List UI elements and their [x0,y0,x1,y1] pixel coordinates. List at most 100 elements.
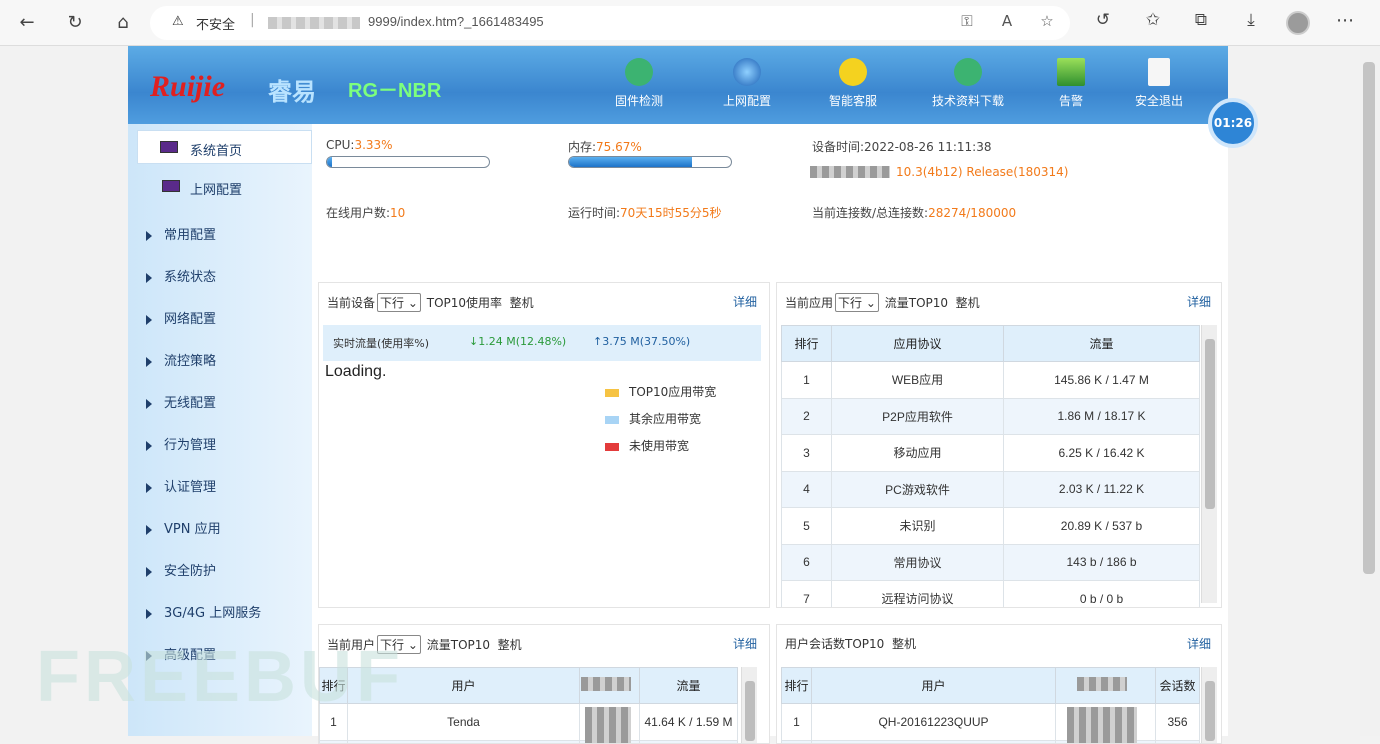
monitor-icon [160,141,178,153]
nav-tech-downloads[interactable]: 技术资料下载 [920,58,1016,109]
main-content: CPU:3.33% 内存:75.67% 设备时间:2022-08-26 11:1… [312,124,1228,744]
table-row: 1 WEB应用 145.86 K / 1.47 M [781,361,1200,399]
caret-right-icon [146,230,152,241]
select-value: 下行 [838,296,863,310]
back-icon[interactable]: ← [14,10,40,36]
favorite-add-icon[interactable]: ☆ [1036,12,1058,30]
download-icon [625,58,653,86]
sidebar-item-auth-mgmt[interactable]: 认证管理 [146,476,306,504]
direction-select[interactable]: 下行 ⌄ [377,293,421,312]
refresh-extension-icon[interactable]: ↺ [1090,10,1116,30]
read-aloud-icon[interactable]: A [996,12,1018,30]
nav-alarm[interactable]: 告警 [1026,58,1116,109]
table-row: 2QH-20161223QUUP 1.40 M / 17.58 K [319,739,738,743]
table-cell: 5 [781,507,832,545]
sidebar-item-wireless-config[interactable]: 无线配置 [146,392,306,420]
column-header: 会话数 [1155,667,1200,704]
table-cell: 6 [781,543,832,581]
sidebar-item-label: VPN 应用 [164,522,221,537]
reload-icon[interactable]: ↻ [62,10,88,36]
legend-swatch [605,442,619,451]
device-model: RG－NBR [348,80,442,102]
mem-value: 75.67% [596,140,642,154]
table-row: 3 移动应用 6.25 K / 16.42 K [781,434,1200,472]
downloads-icon[interactable]: ⤓ [1238,10,1264,30]
sidebar-item-label: 系统首页 [190,144,243,159]
warning-icon[interactable]: ⚠ [172,14,184,29]
nav-logout[interactable]: 安全退出 [1114,58,1204,109]
table-cell: WEB应用 [831,361,1004,399]
caret-right-icon [146,356,152,367]
nav-label: 安全退出 [1134,94,1183,108]
table-scrollbar[interactable] [1201,667,1217,743]
cpu-label: CPU: [326,138,355,152]
caret-right-icon [146,566,152,577]
table-scrollbar-thumb[interactable] [745,681,755,741]
table-cell: 20.89 K / 537 b [1003,507,1200,545]
time-label: 设备时间: [812,140,865,154]
select-value: 下行 [380,296,405,310]
table-row: 5 未识别 20.89 K / 537 b [781,507,1200,545]
legend-top10: TOP10应用带宽 [605,383,716,400]
table-row: 4 PC游戏软件 2.03 K / 11.22 K [781,470,1200,508]
table-cell: 2.03 K / 11.22 K [1003,470,1200,508]
table-scrollbar-thumb[interactable] [1205,681,1215,741]
table-cell: 356 [1155,703,1200,741]
nav-internet-config[interactable]: 上网配置 [702,58,792,109]
page-scrollbar-thumb[interactable] [1363,62,1375,574]
column-header: 用户 [811,667,1056,704]
key-icon[interactable]: ⚿ [956,12,978,30]
table-cell: 145.86 K / 1.47 M [1003,361,1200,399]
mem-bar [568,156,732,168]
table-cell: P2P应用软件 [831,397,1004,435]
sidebar-item-flow-control[interactable]: 流控策略 [146,350,306,378]
table-cell: 2 [319,739,348,743]
legend-label: TOP10应用带宽 [629,385,717,399]
sidebar-item-home[interactable]: 系统首页 [137,130,312,164]
table-cell: PC游戏软件 [831,470,1004,508]
nav-smart-support[interactable]: 智能客服 [808,58,898,109]
nav-firmware-check[interactable]: 固件检测 [594,58,684,109]
security-label[interactable]: 不安全 [196,14,235,33]
sidebar-item-label: 无线配置 [164,396,217,411]
table-cell: 未识别 [831,507,1004,545]
router-admin-app: Ruijie 睿易 RG－NBR 固件检测 上网配置 智能客服 技术资料下载 告… [128,46,1228,744]
table-cell: 4 [781,470,832,508]
panel-title-text: 用户会话数TOP10 [785,637,885,651]
sidebar-item-internet-config[interactable]: 上网配置 [138,170,313,204]
ruijie-logo: Ruijie [150,70,226,103]
sidebar-item-security[interactable]: 安全防护 [146,560,306,588]
sidebar-item-vpn[interactable]: VPN 应用 [146,518,306,546]
profile-avatar[interactable] [1286,11,1310,35]
direction-select[interactable]: 下行 ⌄ [835,293,879,312]
online-users: 在线用户数:10 [326,204,405,221]
table-scrollbar[interactable] [741,667,757,743]
detail-link[interactable]: 详细 [1187,635,1211,652]
ruijie-cn-logo: 睿易 [268,78,316,106]
table-header-row: 排行 用户 会话数 [781,667,1200,704]
detail-link[interactable]: 详细 [733,635,757,652]
app-top10-panel: 当前应用 下行 ⌄ 流量TOP10 整机 详细 排行 应用协议 流量 1 WEB应用 14… [776,282,1222,608]
detail-link[interactable]: 详细 [1187,293,1211,310]
sidebar-item-common-config[interactable]: 常用配置 [146,224,306,252]
table-row: 6 常用协议 143 b / 186 b [781,543,1200,581]
table-scrollbar[interactable] [1201,325,1217,603]
home-icon[interactable]: ⌂ [110,10,136,36]
url-text[interactable]: 9999/index.htm?_1661483495 [368,14,544,29]
device-time: 设备时间:2022-08-26 11:11:38 [812,138,992,155]
sidebar-item-3g4g[interactable]: 3G/4G 上网服务 [146,602,306,630]
sidebar-item-system-status[interactable]: 系统状态 [146,266,306,294]
table-scrollbar-thumb[interactable] [1205,339,1215,509]
down-traffic: ↓1.24 M(12.48%) [469,335,567,348]
detail-link[interactable]: 详细 [733,293,757,310]
table-cell: 1.86 M / 18.17 K [1003,397,1200,435]
sidebar-item-label: 安全防护 [164,564,217,579]
sidebar-item-behavior-mgmt[interactable]: 行为管理 [146,434,306,462]
favorites-icon[interactable]: ✩ [1140,10,1166,30]
collections-icon[interactable]: ⧉ [1188,10,1214,30]
more-options-icon[interactable]: ⋯ [1336,10,1354,31]
panel-prefix: 当前设备 [327,296,376,310]
panel-title-text: TOP10使用率 [426,296,503,310]
sidebar-item-network-config[interactable]: 网络配置 [146,308,306,336]
address-bar[interactable]: ⚠ 不安全 | 9999/index.htm?_1661483495 ⚿ A ☆ [150,6,1070,40]
